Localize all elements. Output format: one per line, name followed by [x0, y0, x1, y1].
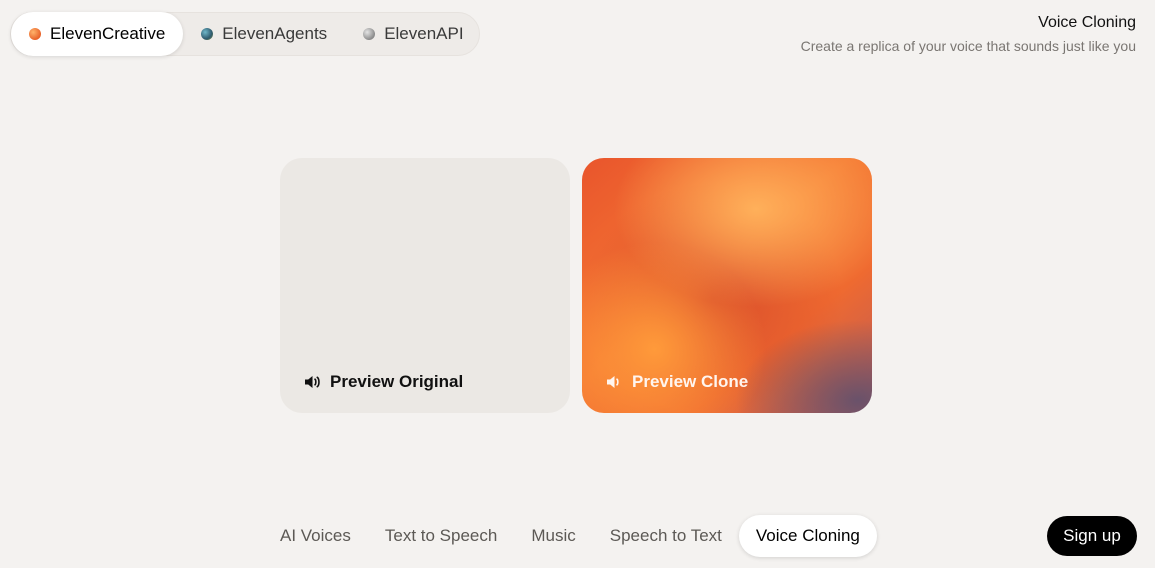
feature-subtitle: Create a replica of your voice that soun…	[800, 38, 1136, 54]
product-switcher: ElevenCreative ElevenAgents ElevenAPI	[10, 12, 480, 56]
preview-original-card[interactable]: Preview Original	[280, 158, 570, 413]
page-root: ElevenCreative ElevenAgents ElevenAPI Vo…	[0, 0, 1155, 568]
product-tab-label: ElevenAgents	[222, 24, 328, 43]
nav-tab-music[interactable]: Music	[514, 515, 592, 557]
product-tab-label: ElevenAPI	[384, 24, 464, 43]
preview-original-button[interactable]: Preview Original	[304, 372, 463, 392]
product-tab-elevenapi[interactable]: ElevenAPI	[345, 12, 481, 56]
nav-tab-ai-voices[interactable]: AI Voices	[263, 515, 368, 557]
preview-clone-label: Preview Clone	[632, 372, 749, 391]
speaker-icon	[305, 376, 320, 388]
product-tab-elevencreative[interactable]: ElevenCreative	[11, 12, 184, 56]
speaker-icon	[607, 376, 619, 388]
feature-header: Voice Cloning Create a replica of your v…	[801, 14, 1136, 54]
elevenapi-logo-icon	[363, 28, 376, 40]
nav-tab-speech-to-text[interactable]: Speech to Text	[593, 515, 739, 557]
nav-tab-voice-cloning[interactable]: Voice Cloning	[738, 515, 877, 557]
product-tab-label: ElevenCreative	[50, 24, 166, 43]
nav-tab-text-to-speech[interactable]: Text to Speech	[368, 515, 514, 557]
elevenagents-logo-icon	[201, 28, 214, 40]
preview-original-label: Preview Original	[330, 372, 464, 391]
preview-clone-card[interactable]: Preview Clone	[582, 158, 872, 413]
product-tab-elevenagents[interactable]: ElevenAgents	[183, 12, 345, 56]
sign-up-button[interactable]: Sign up	[1047, 516, 1137, 556]
feature-title: Voice Cloning	[1038, 14, 1136, 31]
elevencreative-logo-icon	[29, 28, 41, 40]
preview-clone-button[interactable]: Preview Clone	[606, 372, 748, 392]
feature-nav: AI Voices Text to Speech Music Speech to…	[263, 515, 877, 557]
